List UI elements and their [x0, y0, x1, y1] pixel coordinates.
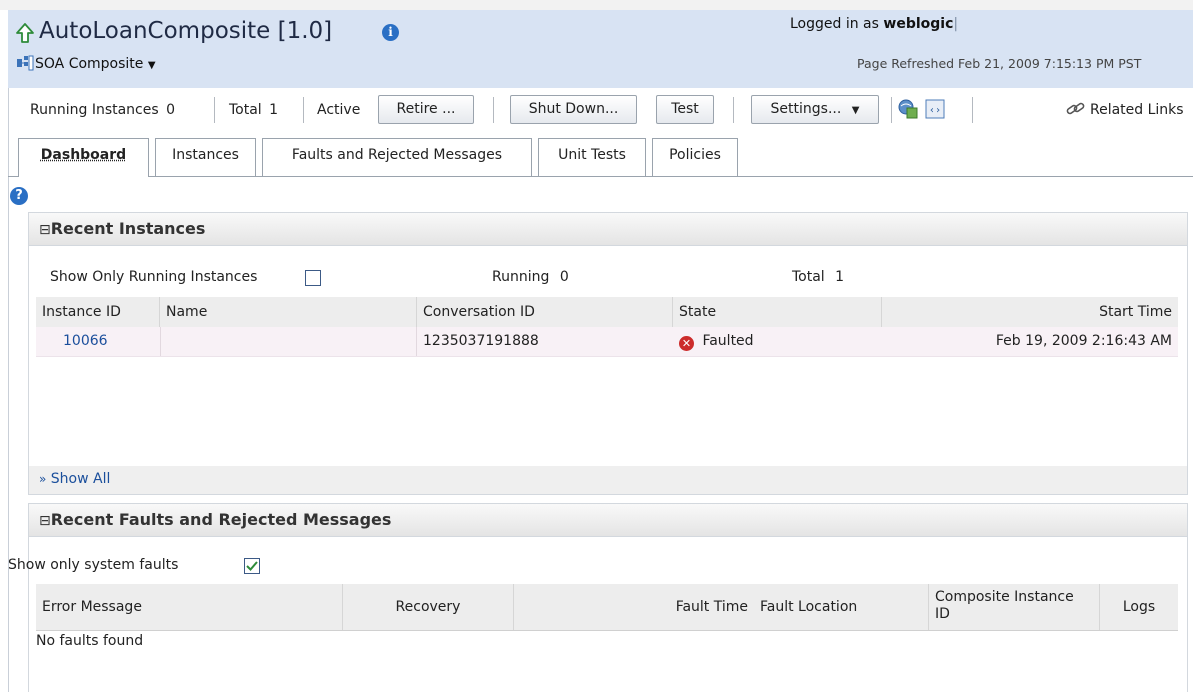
column-header-fault-location[interactable]: Fault Location [754, 584, 929, 630]
column-header-instance-id[interactable]: Instance ID [36, 297, 160, 327]
conversation-id: 1235037191888 [423, 333, 539, 349]
show-all-label: Show All [50, 471, 111, 487]
up-arrow-icon[interactable] [15, 22, 35, 44]
show-only-running-label: Show Only Running Instances [50, 269, 258, 285]
running-instances-value: 0 [166, 102, 176, 118]
running-count-value: 0 [559, 269, 569, 285]
toolbar-divider [214, 97, 215, 123]
active-tab-gap [19, 176, 148, 178]
settings-label: Settings... [770, 101, 842, 117]
double-chevron-icon: » [39, 472, 47, 486]
svg-text:‹›: ‹› [929, 105, 941, 116]
logged-in-user[interactable]: weblogic [883, 16, 953, 32]
settings-button[interactable]: Settings... ▼ [751, 95, 879, 124]
recent-faults-title: Recent Faults and Rejected Messages [50, 510, 392, 529]
no-faults-message: No faults found [36, 633, 144, 649]
running-instances-label: Running Instances 0 [30, 99, 175, 121]
chevron-down-icon: ▼ [851, 105, 860, 116]
fault-error-icon: ✕ [679, 336, 694, 351]
toolbar-divider [733, 97, 734, 123]
page-title: AutoLoanComposite [1.0] [39, 18, 333, 44]
total-count: Total 1 [792, 267, 844, 287]
toolbar-divider [303, 97, 304, 123]
soa-composite-menu[interactable]: SOA Composite ▼ [35, 54, 156, 76]
recent-instances-title: Recent Instances [50, 219, 206, 238]
start-time: Feb 19, 2009 2:16:43 AM [995, 333, 1172, 349]
running-count-label: Running [492, 269, 550, 285]
total-text: Total [229, 102, 262, 118]
tab-policies[interactable]: Policies [652, 138, 738, 177]
tab-dashboard[interactable]: Dashboard [18, 138, 149, 177]
total-value: 1 [269, 102, 279, 118]
column-header-logs[interactable]: Logs [1100, 584, 1178, 630]
shut-down-button[interactable]: Shut Down... [510, 95, 637, 124]
source-code-icon[interactable]: ‹› [925, 99, 945, 119]
tab-underline [8, 176, 1193, 177]
test-button[interactable]: Test [656, 95, 714, 124]
show-only-system-faults-label: Show only system faults [8, 557, 179, 573]
left-rule [8, 88, 9, 692]
tab-faults-and-rejected-messages[interactable]: Faults and Rejected Messages [262, 138, 532, 177]
running-count: Running 0 [492, 267, 569, 287]
total-count-label: Total [792, 269, 825, 285]
chevron-down-icon: ▼ [147, 60, 156, 71]
column-header-start-time[interactable]: Start Time [882, 297, 1178, 327]
column-header-fault-time[interactable]: Fault Time [514, 584, 754, 630]
instance-name [160, 327, 417, 356]
show-all-link[interactable]: » Show All [39, 468, 110, 490]
checkmark-icon [246, 561, 258, 571]
top-strip [0, 0, 1193, 10]
column-header-state[interactable]: State [673, 297, 882, 327]
show-only-running-checkbox[interactable] [305, 270, 321, 286]
page-refreshed: Page Refreshed Feb 21, 2009 7:15:13 PM P… [857, 56, 1142, 71]
active-label: Active [317, 102, 361, 118]
faults-table-header: Error Message Recovery Fault Time Fault … [36, 584, 1178, 631]
instances-table-header: Instance ID Name Conversation ID State S… [36, 297, 1178, 328]
soa-composite-label: SOA Composite [35, 56, 144, 72]
column-header-name[interactable]: Name [160, 297, 417, 327]
collapse-icon[interactable]: ⊟ [39, 513, 51, 529]
composite-icon [17, 55, 34, 71]
running-instances-text: Running Instances [30, 102, 159, 118]
tab-instances[interactable]: Instances [155, 138, 256, 177]
show-all-bar [29, 466, 1187, 494]
tab-unit-tests[interactable]: Unit Tests [538, 138, 646, 177]
recent-instances-header[interactable]: ⊟Recent Instances [28, 212, 1188, 246]
info-icon[interactable]: i [382, 24, 399, 41]
table-row[interactable]: 10066 1235037191888 ✕ Faulted Feb 19, 20… [36, 327, 1178, 357]
recent-faults-header[interactable]: ⊟Recent Faults and Rejected Messages [28, 503, 1188, 537]
total-label: Total 1 [229, 99, 278, 121]
instance-state: ✕ Faulted [673, 327, 882, 356]
chain-link-icon[interactable] [1065, 100, 1087, 118]
instance-id-link[interactable]: 10066 [36, 327, 160, 356]
show-only-system-faults-checkbox[interactable] [244, 558, 260, 574]
column-header-conversation-id[interactable]: Conversation ID [417, 297, 673, 327]
toolbar-divider [972, 97, 973, 123]
retire-button[interactable]: Retire ... [378, 95, 474, 124]
logged-in-label: Logged in as weblogic| [790, 16, 959, 32]
total-count-value: 1 [835, 269, 845, 285]
help-icon[interactable]: ? [10, 187, 28, 205]
deployment-icon[interactable] [897, 98, 919, 120]
collapse-icon[interactable]: ⊟ [39, 222, 51, 238]
related-links[interactable]: Related Links [1090, 99, 1184, 121]
logged-in-prefix: Logged in as [790, 16, 879, 32]
column-header-error-message[interactable]: Error Message [36, 584, 343, 630]
column-header-composite-instance-id[interactable]: Composite Instance ID [929, 584, 1100, 630]
instance-state-text: Faulted [702, 333, 754, 349]
toolbar-divider [493, 97, 494, 123]
toolbar-divider [891, 97, 892, 123]
column-header-recovery[interactable]: Recovery [343, 584, 514, 630]
